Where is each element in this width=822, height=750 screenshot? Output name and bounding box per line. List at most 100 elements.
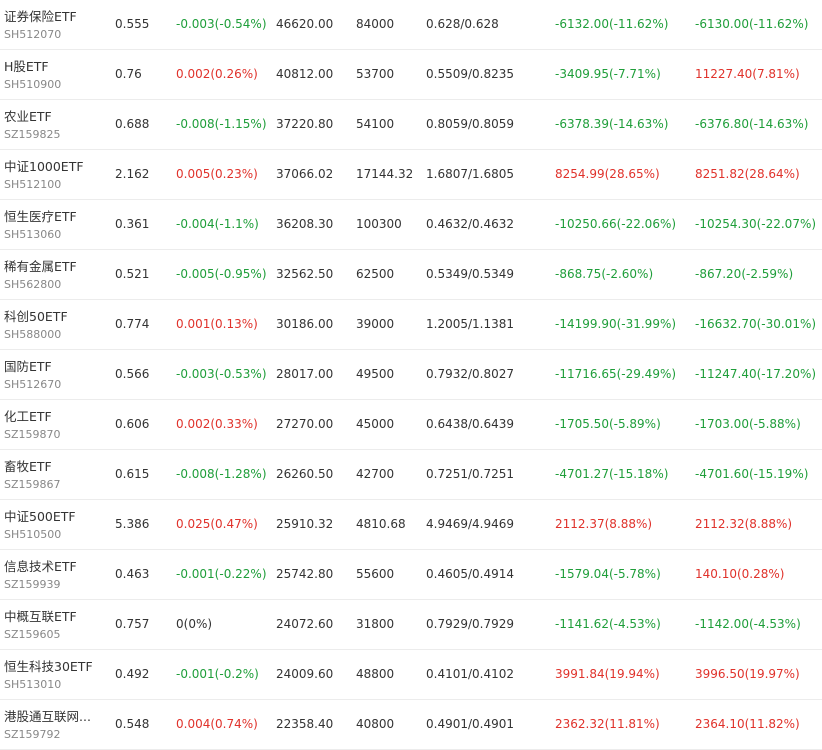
fund-name-cell[interactable]: 恒生医疗ETF SH513060	[4, 200, 108, 249]
table-row[interactable]: 科创50ETF SH588000 0.774 0.001(0.13%) 3018…	[0, 300, 822, 350]
fund-name-cell[interactable]: H股ETF SH510900	[4, 50, 108, 99]
table-row[interactable]: 农业ETF SZ159825 0.688 -0.008(-1.15%) 3722…	[0, 100, 822, 150]
market-value: 24072.60	[276, 617, 334, 631]
cost-value: 0.7929/0.7929	[426, 617, 515, 631]
total-pnl-value: 2364.10(11.82%)	[695, 717, 800, 731]
change-value: -0.001(-0.22%)	[176, 567, 267, 581]
holding-pnl-value: -1705.50(-5.89%)	[555, 417, 661, 431]
change-value: -0.004(-1.1%)	[176, 217, 259, 231]
cost-value: 0.5509/0.8235	[426, 67, 515, 81]
fund-name[interactable]: 信息技术ETF	[4, 556, 77, 575]
fund-name-cell[interactable]: 国防ETF SH512670	[4, 350, 108, 399]
fund-code: SZ159792	[4, 728, 61, 741]
fund-name-cell[interactable]: 中证1000ETF SH512100	[4, 150, 108, 199]
fund-name-cell[interactable]: 化工ETF SZ159870	[4, 400, 108, 449]
total-pnl-value: 3996.50(19.97%)	[695, 667, 800, 681]
change-value: 0.002(0.33%)	[176, 417, 258, 431]
fund-code: SH512100	[4, 178, 62, 191]
price-value: 0.76	[115, 67, 142, 81]
fund-name-cell[interactable]: 科创50ETF SH588000	[4, 300, 108, 349]
fund-code: SZ159867	[4, 478, 61, 491]
fund-name-cell[interactable]: 稀有金属ETF SH562800	[4, 250, 108, 299]
fund-name[interactable]: 证券保险ETF	[4, 6, 77, 25]
fund-name-cell[interactable]: 畜牧ETF SZ159867	[4, 450, 108, 499]
holding-pnl-value: -6132.00(-11.62%)	[555, 17, 669, 31]
shares-value: 54100	[356, 117, 395, 131]
shares-value: 4810.68	[356, 517, 406, 531]
table-row[interactable]: 畜牧ETF SZ159867 0.615 -0.008(-1.28%) 2626…	[0, 450, 822, 500]
fund-code: SH510500	[4, 528, 62, 541]
cost-value: 0.5349/0.5349	[426, 267, 515, 281]
price-value: 0.774	[115, 317, 150, 331]
fund-name[interactable]: 稀有金属ETF	[4, 256, 77, 275]
fund-name[interactable]: 港股通互联网...	[4, 706, 91, 725]
cost-value: 0.628/0.628	[426, 17, 499, 31]
fund-name[interactable]: 国防ETF	[4, 356, 52, 375]
shares-value: 40800	[356, 717, 395, 731]
shares-value: 100300	[356, 217, 402, 231]
fund-name-cell[interactable]: 证券保险ETF SH512070	[4, 0, 108, 49]
table-row[interactable]: 恒生科技30ETF SH513010 0.492 -0.001(-0.2%) 2…	[0, 650, 822, 700]
market-value: 22358.40	[276, 717, 334, 731]
cost-value: 0.4632/0.4632	[426, 217, 515, 231]
cost-value: 0.4901/0.4901	[426, 717, 515, 731]
table-row[interactable]: 中证1000ETF SH512100 2.162 0.005(0.23%) 37…	[0, 150, 822, 200]
fund-name-cell[interactable]: 恒生科技30ETF SH513010	[4, 650, 108, 699]
fund-name-cell[interactable]: 信息技术ETF SZ159939	[4, 550, 108, 599]
total-pnl-value: -11247.40(-17.20%)	[695, 367, 817, 381]
table-row[interactable]: 证券保险ETF SH512070 0.555 -0.003(-0.54%) 46…	[0, 0, 822, 50]
market-value: 37066.02	[276, 167, 334, 181]
change-value: -0.005(-0.95%)	[176, 267, 267, 281]
table-row[interactable]: 港股通互联网... SZ159792 0.548 0.004(0.74%) 22…	[0, 700, 822, 750]
market-value: 40812.00	[276, 67, 334, 81]
change-value: 0.001(0.13%)	[176, 317, 258, 331]
fund-name[interactable]: 化工ETF	[4, 406, 52, 425]
fund-name-cell[interactable]: 农业ETF SZ159825	[4, 100, 108, 149]
fund-name-cell[interactable]: 中概互联ETF SZ159605	[4, 600, 108, 649]
fund-code: SH513010	[4, 678, 62, 691]
holding-pnl-value: -14199.90(-31.99%)	[555, 317, 677, 331]
cost-value: 0.8059/0.8059	[426, 117, 515, 131]
market-value: 25910.32	[276, 517, 334, 531]
price-value: 0.463	[115, 567, 150, 581]
fund-name[interactable]: 中证1000ETF	[4, 156, 84, 175]
table-row[interactable]: 中概互联ETF SZ159605 0.757 0(0%) 24072.60 31…	[0, 600, 822, 650]
table-row[interactable]: 恒生医疗ETF SH513060 0.361 -0.004(-1.1%) 362…	[0, 200, 822, 250]
fund-name-cell[interactable]: 中证500ETF SH510500	[4, 500, 108, 549]
market-value: 32562.50	[276, 267, 334, 281]
price-value: 0.548	[115, 717, 150, 731]
fund-name[interactable]: 科创50ETF	[4, 306, 68, 325]
market-value: 25742.80	[276, 567, 334, 581]
table-row[interactable]: 信息技术ETF SZ159939 0.463 -0.001(-0.22%) 25…	[0, 550, 822, 600]
fund-name[interactable]: 恒生医疗ETF	[4, 206, 77, 225]
total-pnl-value: -1142.00(-4.53%)	[695, 617, 801, 631]
table-row[interactable]: 稀有金属ETF SH562800 0.521 -0.005(-0.95%) 32…	[0, 250, 822, 300]
cost-value: 0.7251/0.7251	[426, 467, 515, 481]
total-pnl-value: 11227.40(7.81%)	[695, 67, 800, 81]
total-pnl-value: -6130.00(-11.62%)	[695, 17, 809, 31]
table-row[interactable]: 化工ETF SZ159870 0.606 0.002(0.33%) 27270.…	[0, 400, 822, 450]
table-row[interactable]: 中证500ETF SH510500 5.386 0.025(0.47%) 259…	[0, 500, 822, 550]
market-value: 24009.60	[276, 667, 334, 681]
cost-value: 1.6807/1.6805	[426, 167, 515, 181]
shares-value: 31800	[356, 617, 395, 631]
fund-name[interactable]: 畜牧ETF	[4, 456, 52, 475]
shares-value: 55600	[356, 567, 395, 581]
market-value: 26260.50	[276, 467, 334, 481]
holding-pnl-value: -6378.39(-14.63%)	[555, 117, 669, 131]
fund-name[interactable]: 中概互联ETF	[4, 606, 77, 625]
shares-value: 48800	[356, 667, 395, 681]
fund-name[interactable]: 恒生科技30ETF	[4, 656, 93, 675]
fund-name-cell[interactable]: 港股通互联网... SZ159792	[4, 700, 108, 749]
table-row[interactable]: H股ETF SH510900 0.76 0.002(0.26%) 40812.0…	[0, 50, 822, 100]
total-pnl-value: -867.20(-2.59%)	[695, 267, 794, 281]
shares-value: 84000	[356, 17, 395, 31]
fund-name[interactable]: 农业ETF	[4, 106, 52, 125]
fund-name[interactable]: 中证500ETF	[4, 506, 76, 525]
fund-name[interactable]: H股ETF	[4, 56, 49, 75]
price-value: 2.162	[115, 167, 150, 181]
fund-code: SH513060	[4, 228, 62, 241]
price-value: 0.615	[115, 467, 150, 481]
table-row[interactable]: 国防ETF SH512670 0.566 -0.003(-0.53%) 2801…	[0, 350, 822, 400]
cost-value: 0.4605/0.4914	[426, 567, 515, 581]
